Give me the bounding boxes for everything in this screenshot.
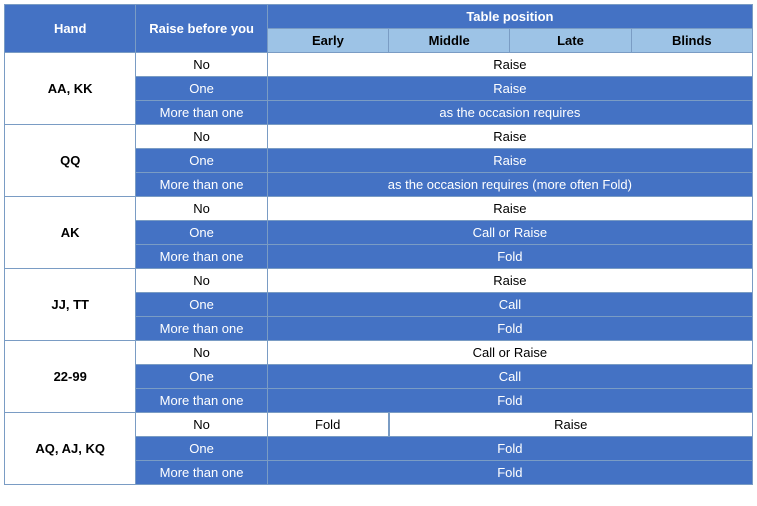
table-position-header: Table position	[267, 5, 752, 29]
raise-cell: No	[136, 341, 267, 365]
action-cell: Raise	[267, 125, 752, 149]
action-cell: Raise	[267, 269, 752, 293]
raise-cell: More than one	[136, 245, 267, 269]
action-cell: Fold	[267, 389, 752, 413]
raise-cell: No	[136, 197, 267, 221]
action-cell-rest: Raise	[389, 413, 753, 437]
table-row: AQ, AJ, KQ No Fold Raise	[5, 413, 753, 437]
raise-cell: More than one	[136, 461, 267, 485]
middle-header: Middle	[389, 29, 510, 53]
action-cell: Raise	[267, 197, 752, 221]
raise-cell: No	[136, 53, 267, 77]
action-cell: Call or Raise	[267, 221, 752, 245]
early-header: Early	[267, 29, 388, 53]
raise-cell: One	[136, 365, 267, 389]
strategy-table: Hand Raise before you Table position Ear…	[4, 4, 753, 485]
action-cell: Call	[267, 365, 752, 389]
raise-cell: No	[136, 125, 267, 149]
raise-cell: More than one	[136, 173, 267, 197]
hand-label: JJ, TT	[5, 269, 136, 341]
action-cell: Raise	[267, 149, 752, 173]
action-cell: Raise	[267, 77, 752, 101]
table-container: Hand Raise before you Table position Ear…	[0, 0, 757, 506]
raise-cell: No	[136, 269, 267, 293]
action-cell: Call	[267, 293, 752, 317]
raise-cell: No	[136, 413, 267, 437]
hand-label: AQ, AJ, KQ	[5, 413, 136, 485]
late-header: Late	[510, 29, 631, 53]
raise-cell: One	[136, 437, 267, 461]
action-cell: as the occasion requires	[267, 101, 752, 125]
table-row: AA, KK No Raise	[5, 53, 753, 77]
action-cell: Fold	[267, 317, 752, 341]
raise-cell: More than one	[136, 389, 267, 413]
action-cell-early: Fold	[267, 413, 388, 437]
raise-header: Raise before you	[136, 5, 267, 53]
blinds-header: Blinds	[631, 29, 752, 53]
action-cell: Raise	[267, 53, 752, 77]
hand-label: AA, KK	[5, 53, 136, 125]
action-cell: Fold	[267, 437, 752, 461]
raise-cell: More than one	[136, 317, 267, 341]
hand-header: Hand	[5, 5, 136, 53]
action-cell: Fold	[267, 461, 752, 485]
raise-cell: One	[136, 293, 267, 317]
hand-label: QQ	[5, 125, 136, 197]
raise-cell: One	[136, 149, 267, 173]
table-row: QQ No Raise	[5, 125, 753, 149]
raise-cell: More than one	[136, 101, 267, 125]
hand-label: AK	[5, 197, 136, 269]
action-cell: as the occasion requires (more often Fol…	[267, 173, 752, 197]
action-cell: Fold	[267, 245, 752, 269]
action-cell: Call or Raise	[267, 341, 752, 365]
table-row: AK No Raise	[5, 197, 753, 221]
raise-cell: One	[136, 77, 267, 101]
table-row: 22-99 No Call or Raise	[5, 341, 753, 365]
hand-label: 22-99	[5, 341, 136, 413]
table-row: JJ, TT No Raise	[5, 269, 753, 293]
raise-cell: One	[136, 221, 267, 245]
